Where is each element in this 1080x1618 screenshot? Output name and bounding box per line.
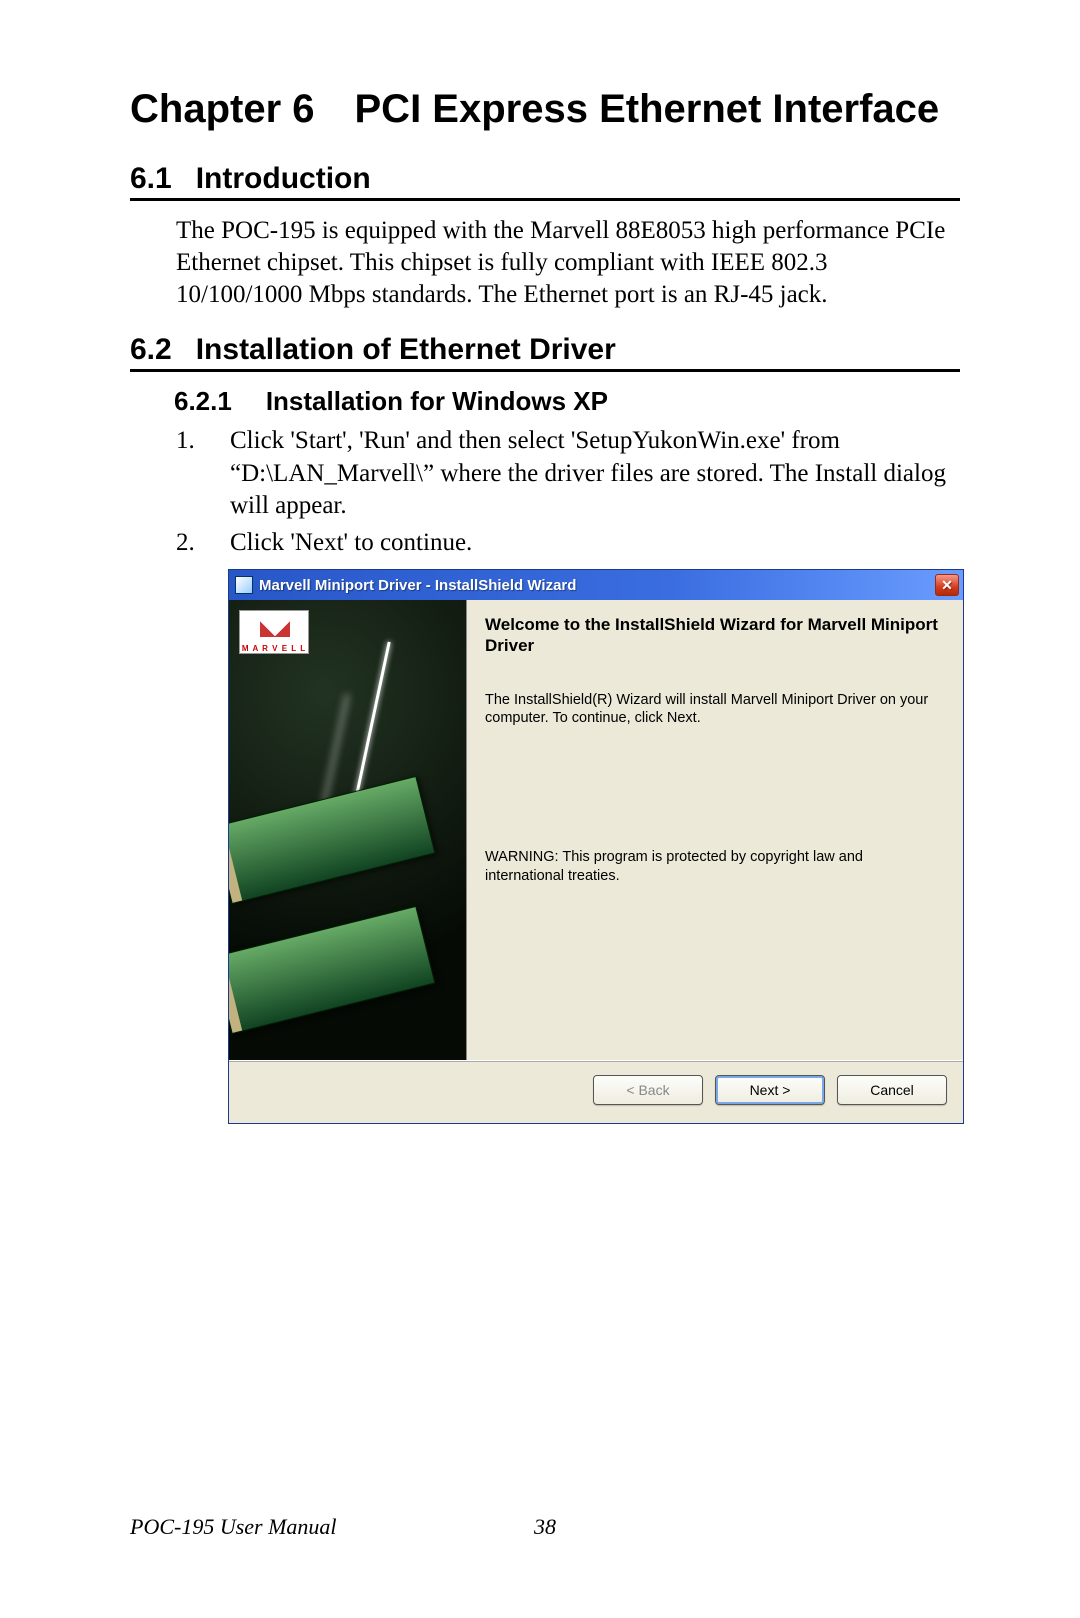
wizard-content: Welcome to the InstallShield Wizard for … xyxy=(467,600,963,1060)
close-icon: ✕ xyxy=(941,577,953,594)
subsection-number: 6.2.1 xyxy=(174,386,232,417)
section-title: Introduction xyxy=(196,162,371,196)
wizard-welcome-heading: Welcome to the InstallShield Wizard for … xyxy=(485,614,945,657)
footer-doc-title: POC-195 User Manual xyxy=(130,1514,337,1540)
chapter-title-text: PCI Express Ethernet Interface xyxy=(355,84,961,134)
section-number: 6.2 xyxy=(130,333,172,367)
wizard-side-image: M A R V E L L xyxy=(229,600,467,1060)
wizard-warning-text: WARNING: This program is protected by co… xyxy=(485,848,945,886)
button-label: < Back xyxy=(626,1082,669,1098)
back-button[interactable]: < Back xyxy=(593,1075,703,1105)
network-card-graphic xyxy=(229,906,436,1034)
list-item: 1. Click 'Start', 'Run' and then select … xyxy=(176,425,960,523)
step-text: Click 'Start', 'Run' and then select 'Se… xyxy=(230,425,960,523)
marvell-logo: M A R V E L L xyxy=(239,610,309,654)
step-text: Click 'Next' to continue. xyxy=(230,527,472,560)
step-number: 1. xyxy=(176,425,200,523)
wizard-body: M A R V E L L Welcome to the InstallShie… xyxy=(229,600,963,1060)
section-6-1: 6.1 Introduction The POC-195 is equipped… xyxy=(130,162,960,311)
subsection-title: Installation for Windows XP xyxy=(266,386,608,417)
chapter-number: Chapter 6 xyxy=(130,84,315,134)
window-title: Marvell Miniport Driver - InstallShield … xyxy=(259,577,935,594)
section-body-text: The POC-195 is equipped with the Marvell… xyxy=(130,215,960,311)
footer-page-number: 38 xyxy=(534,1514,556,1540)
window-icon xyxy=(235,576,253,594)
wizard-screenshot: Marvell Miniport Driver - InstallShield … xyxy=(228,569,964,1124)
section-title: Installation of Ethernet Driver xyxy=(196,333,616,367)
section-heading: 6.2 Installation of Ethernet Driver xyxy=(130,333,960,372)
button-label: Next > xyxy=(750,1082,791,1098)
section-6-2: 6.2 Installation of Ethernet Driver 6.2.… xyxy=(130,333,960,1124)
close-button[interactable]: ✕ xyxy=(935,574,959,596)
step-list: 1. Click 'Start', 'Run' and then select … xyxy=(130,425,960,559)
button-label: Cancel xyxy=(870,1082,914,1098)
page-footer: POC-195 User Manual 38 xyxy=(130,1514,960,1540)
wizard-button-row: < Back Next > Cancel xyxy=(229,1060,963,1123)
logo-text: M A R V E L L xyxy=(242,644,306,653)
subsection-heading: 6.2.1 Installation for Windows XP xyxy=(130,386,960,417)
network-card-graphic xyxy=(229,776,436,904)
wizard-description: The InstallShield(R) Wizard will install… xyxy=(485,691,945,729)
step-number: 2. xyxy=(176,527,200,560)
chapter-heading: Chapter 6 PCI Express Ethernet Interface xyxy=(130,84,960,134)
list-item: 2. Click 'Next' to continue. xyxy=(176,527,960,560)
cancel-button[interactable]: Cancel xyxy=(837,1075,947,1105)
next-button[interactable]: Next > xyxy=(715,1075,825,1105)
installshield-wizard-window: Marvell Miniport Driver - InstallShield … xyxy=(228,569,964,1124)
section-heading: 6.1 Introduction xyxy=(130,162,960,201)
section-number: 6.1 xyxy=(130,162,172,196)
window-titlebar: Marvell Miniport Driver - InstallShield … xyxy=(229,570,963,600)
